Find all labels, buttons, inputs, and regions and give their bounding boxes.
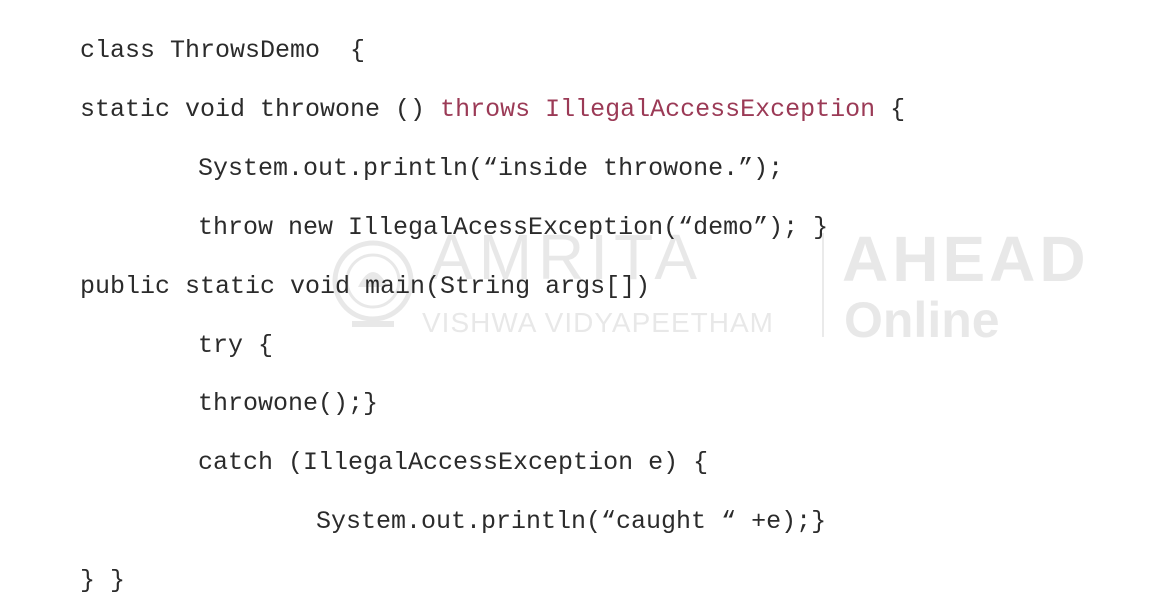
code-line-catch: catch (IllegalAccessException e) {: [198, 448, 709, 477]
code-line-method-call: throwone();}: [198, 389, 379, 418]
watermark-divider: [822, 233, 824, 337]
throws-clause: throws IllegalAccessException: [440, 95, 876, 124]
code-line-closing-braces: } }: [80, 566, 126, 595]
code-line-main-declaration: public static void main(String args[]): [80, 272, 651, 301]
code-line-println-caught: System.out.println(“caught “ +e);}: [316, 507, 827, 536]
code-line-class-declaration: class ThrowsDemo {: [80, 36, 366, 65]
code-line-method-declaration: static void throwone () throws IllegalAc…: [80, 97, 905, 122]
code-line-throw-statement: throw new IllegalAcessException(“demo”);…: [198, 213, 829, 242]
code-slide: AMRITA VISHWA VIDYAPEETHAM AHEAD Online …: [0, 0, 1153, 612]
method-open-brace: {: [875, 95, 906, 124]
watermark-product-bottom: Online: [844, 292, 1000, 348]
watermark-subtitle: VISHWA VIDYAPEETHAM: [422, 307, 774, 338]
method-signature: static void throwone (): [80, 95, 441, 124]
code-line-println-inside: System.out.println(“inside throwone.”);: [198, 154, 784, 183]
code-line-try: try {: [198, 331, 274, 360]
watermark-product-top: AHEAD: [842, 223, 1090, 295]
